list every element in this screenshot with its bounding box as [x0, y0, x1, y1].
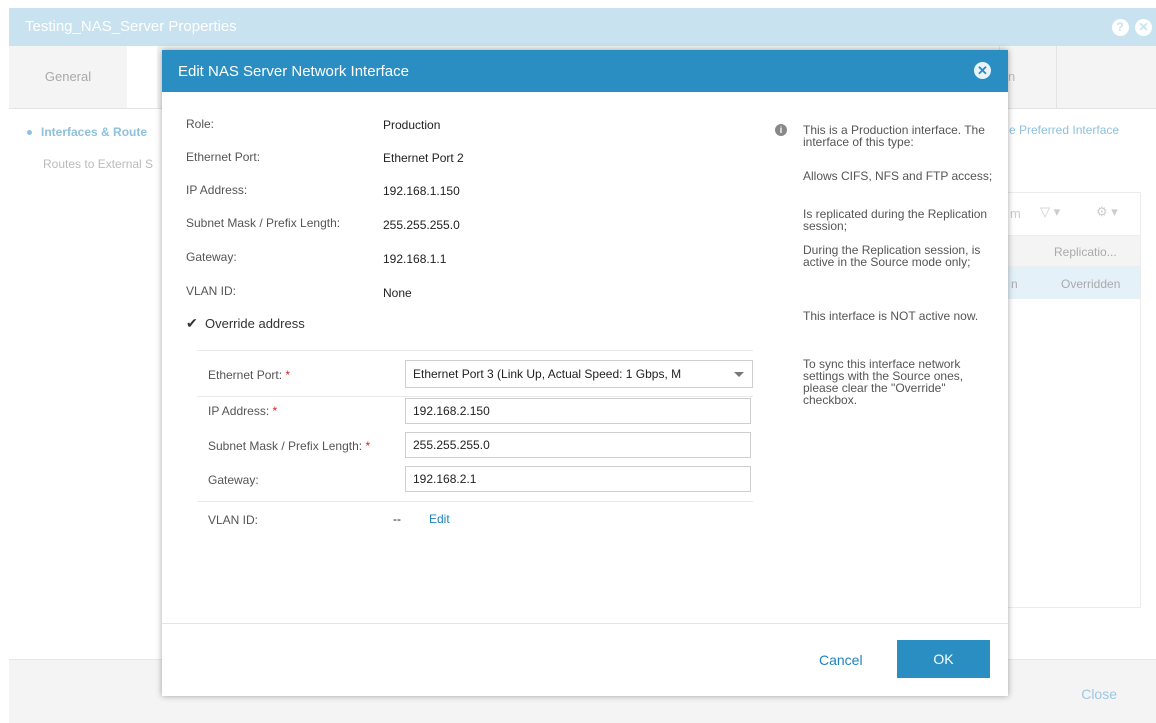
required-marker: *: [285, 368, 291, 382]
gateway-input[interactable]: 192.168.2.1: [405, 466, 751, 492]
preferred-interface-link[interactable]: e Preferred Interface: [1009, 123, 1119, 137]
nav-routes-external[interactable]: Routes to External S: [43, 157, 153, 171]
info-text: Allows CIFS, NFS and FTP access;: [803, 169, 993, 183]
vlan-id-label: VLAN ID:: [186, 284, 237, 298]
interfaces-table: m ▽ ▾ ⚙ ▾ Replicatio... n Overridden: [1003, 192, 1141, 608]
ip-address-input[interactable]: 192.168.2.150: [405, 398, 751, 424]
role-label: Role:: [186, 117, 215, 131]
override-gateway-label: Gateway:: [208, 473, 259, 487]
table-toolbar: m ▽ ▾ ⚙ ▾: [1004, 193, 1140, 233]
dialog-footer: [162, 623, 1008, 697]
override-address-label: Override address: [205, 316, 305, 331]
row-cell-left: n: [1011, 277, 1018, 291]
ethernet-port-select[interactable]: Ethernet Port 3 (Link Up, Actual Speed: …: [405, 360, 753, 388]
nav-interfaces-routes[interactable]: Interfaces & Route: [27, 125, 147, 139]
override-ethernet-port-label: Ethernet Port: *: [208, 368, 291, 382]
required-marker: *: [272, 404, 278, 418]
close-button[interactable]: Close: [1081, 686, 1117, 702]
toolbar-fragment: m: [1010, 206, 1021, 221]
divider: [197, 396, 753, 397]
chevron-down-icon[interactable]: [734, 372, 744, 377]
info-text: Is replicated during the Replication ses…: [803, 207, 988, 233]
ip-address-label: IP Address:: [186, 183, 248, 197]
role-value: Production: [383, 118, 441, 132]
divider: [197, 350, 753, 351]
override-vlan-id-value: --: [393, 512, 401, 526]
properties-title: Testing_NAS_Server Properties: [25, 18, 237, 35]
column-replication[interactable]: Replicatio...: [1054, 245, 1117, 259]
info-text: This interface is NOT active now.: [803, 309, 979, 323]
override-ip-address-label: IP Address: *: [208, 404, 278, 418]
gateway-label: Gateway:: [186, 250, 237, 264]
override-subnet-mask-label: Subnet Mask / Prefix Length: *: [208, 439, 371, 453]
help-icon[interactable]: ?: [1111, 19, 1129, 36]
edit-interface-dialog: Edit NAS Server Network Interface ✕ Role…: [162, 50, 1008, 696]
tab-general[interactable]: General: [9, 46, 128, 108]
row-cell-replication: Overridden: [1061, 277, 1121, 291]
subnet-mask-label: Subnet Mask / Prefix Length:: [186, 216, 341, 230]
table-header: Replicatio...: [1004, 235, 1140, 267]
edit-vlan-link[interactable]: Edit: [429, 512, 450, 526]
tab-network[interactable]: [127, 46, 157, 108]
dialog-title: Edit NAS Server Network Interface: [178, 63, 409, 80]
dialog-header: Edit NAS Server Network Interface ✕: [162, 50, 1008, 92]
gateway-value: 192.168.1.1: [383, 252, 447, 266]
ethernet-port-label: Ethernet Port:: [186, 150, 261, 164]
header-icons: ? ✕: [1110, 18, 1152, 36]
subnet-mask-value: 255.255.255.0: [383, 218, 460, 232]
table-row[interactable]: n Overridden: [1004, 267, 1140, 299]
ethernet-port-value: Ethernet Port 2: [383, 151, 464, 165]
divider: [197, 501, 753, 502]
override-address-checkbox[interactable]: ✔ Override address: [186, 315, 305, 332]
gear-icon[interactable]: ⚙ ▾: [1096, 204, 1118, 220]
required-marker: *: [365, 439, 371, 453]
info-text: This is a Production interface. The inte…: [803, 123, 985, 149]
properties-header: Testing_NAS_Server Properties ? ✕: [9, 8, 1156, 46]
info-text: During the Replication session, is activ…: [803, 243, 981, 269]
subnet-mask-input[interactable]: 255.255.255.0: [405, 432, 751, 458]
info-text: To sync this interface network settings …: [803, 357, 964, 407]
info-icon: i: [775, 124, 787, 136]
cancel-button[interactable]: Cancel: [819, 652, 863, 668]
override-vlan-id-label: VLAN ID:: [208, 513, 259, 527]
ethernet-port-selected: Ethernet Port 3 (Link Up, Actual Speed: …: [413, 367, 682, 381]
vlan-id-value: None: [383, 286, 412, 300]
close-window-icon[interactable]: ✕: [1135, 19, 1152, 36]
checkmark-icon[interactable]: ✔: [186, 315, 199, 332]
ip-address-value: 192.168.1.150: [383, 184, 460, 198]
ok-button[interactable]: OK: [897, 640, 990, 678]
dialog-close-icon[interactable]: ✕: [974, 62, 991, 79]
nav-bullet-icon: [27, 130, 32, 136]
filter-icon[interactable]: ▽ ▾: [1040, 204, 1060, 220]
